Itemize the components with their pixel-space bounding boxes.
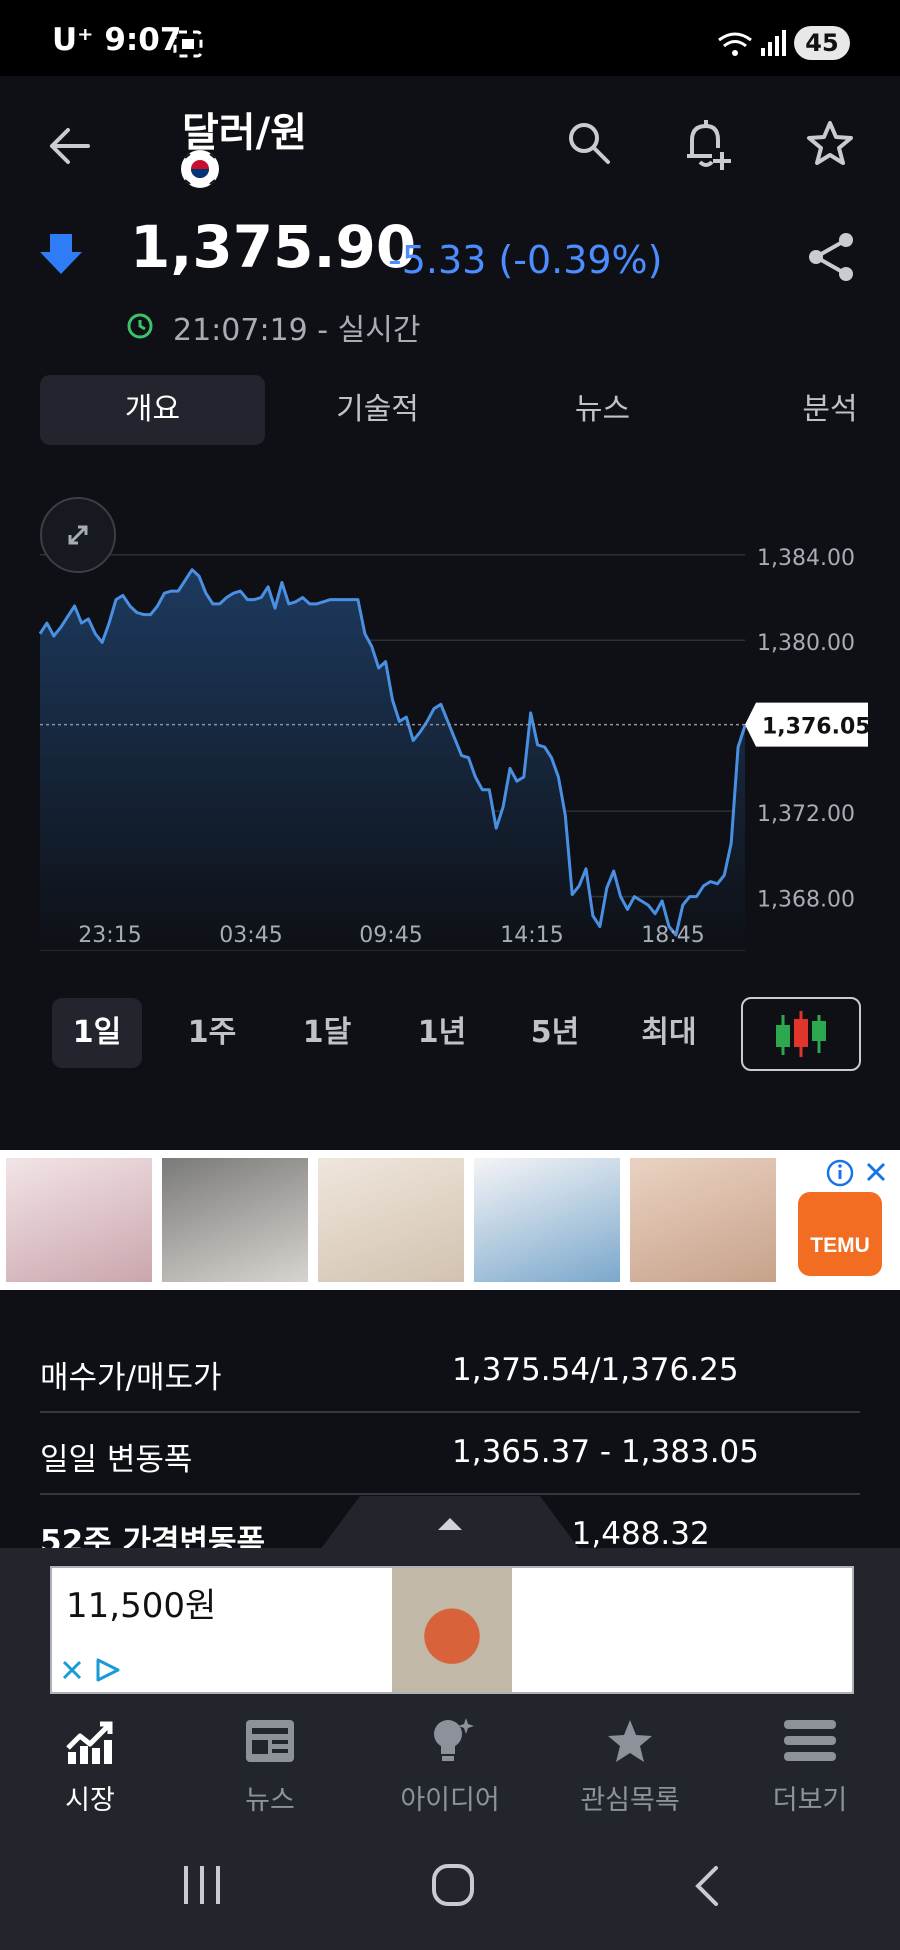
- korea-flag-icon: [181, 150, 219, 188]
- tab-overview[interactable]: 개요: [40, 375, 265, 445]
- carrier-label: U⁺: [52, 22, 94, 58]
- x-tick-label: 09:45: [359, 923, 422, 948]
- ad-product-image[interactable]: [474, 1158, 620, 1282]
- nav-label-ideas[interactable]: 아이디어: [390, 1778, 510, 1817]
- period-1d[interactable]: 1일: [52, 998, 142, 1068]
- status-time: U⁺ 9:07: [52, 22, 181, 58]
- tab-analysis[interactable]: 분석: [770, 375, 890, 445]
- star-icon: [608, 1720, 652, 1762]
- signal-icon: [761, 30, 786, 56]
- y-tick-label: 1,368.00: [757, 888, 855, 913]
- clock-icon: [127, 313, 153, 339]
- period-1y[interactable]: 1년: [397, 998, 487, 1068]
- add-alert-icon[interactable]: [682, 118, 734, 172]
- bottom-ad-banner[interactable]: 11,500원: [50, 1566, 854, 1694]
- tab-technical[interactable]: 기술적: [265, 375, 490, 445]
- share-icon[interactable]: [806, 230, 856, 284]
- ad-banner[interactable]: TEMU: [0, 1150, 900, 1290]
- candlestick-icon: [776, 1011, 826, 1057]
- search-icon[interactable]: [566, 120, 612, 166]
- home-icon[interactable]: [430, 1862, 476, 1908]
- divider: [40, 1493, 860, 1495]
- ad-product-image[interactable]: [318, 1158, 464, 1282]
- stat-value-bid-ask: 1,375.54/1,376.25: [452, 1352, 739, 1388]
- period-5y[interactable]: 5년: [510, 998, 600, 1068]
- x-tick-label: 18:45: [641, 923, 704, 948]
- y-tick-label: 1,372.00: [757, 802, 855, 827]
- ad-product-image[interactable]: [162, 1158, 308, 1282]
- chart-icon: [66, 1721, 113, 1764]
- bottom-ad-price: 11,500원: [66, 1586, 217, 1626]
- news-icon: [246, 1720, 294, 1762]
- status-bar: U⁺ 9:07 45: [0, 0, 900, 76]
- y-tick-label: 1,380.00: [757, 631, 855, 656]
- wifi-icon: [718, 32, 752, 56]
- nav-label-watchlist[interactable]: 관심목록: [570, 1778, 690, 1817]
- y-tick-label: 1,384.00: [757, 546, 855, 571]
- quote-timestamp: 21:07:19 - 실시간: [173, 313, 421, 348]
- back-arrow-icon[interactable]: [46, 126, 92, 166]
- stat-label-day-range: 일일 변동폭: [40, 1442, 193, 1478]
- ad-product-image[interactable]: [630, 1158, 776, 1282]
- period-1m[interactable]: 1달: [282, 998, 372, 1068]
- menu-icon: [784, 1720, 836, 1761]
- period-1w[interactable]: 1주: [167, 998, 257, 1068]
- candlestick-toggle-button[interactable]: [741, 997, 861, 1071]
- down-arrow-icon: [40, 234, 82, 274]
- stat-label-bid-ask: 매수가/매도가: [40, 1360, 222, 1396]
- ad-choices-icon[interactable]: [58, 1654, 126, 1686]
- battery-badge: 45: [794, 26, 850, 60]
- ad-info-close-icon[interactable]: [826, 1158, 892, 1188]
- collapse-handle[interactable]: [320, 1496, 580, 1550]
- x-tick-label: 14:15: [500, 923, 563, 948]
- recent-apps-icon[interactable]: [180, 1864, 224, 1906]
- divider: [40, 1411, 860, 1413]
- tab-news[interactable]: 뉴스: [490, 375, 715, 445]
- period-max[interactable]: 최대: [624, 998, 714, 1068]
- x-tick-label: 03:45: [219, 923, 282, 948]
- temu-logo[interactable]: TEMU: [798, 1192, 882, 1276]
- ad-product-image[interactable]: [6, 1158, 152, 1282]
- bottom-ad-food-image[interactable]: [392, 1568, 512, 1692]
- screenshot-icon: [173, 30, 203, 58]
- bulb-icon: [434, 1718, 474, 1761]
- current-price: 1,375.90: [130, 213, 417, 281]
- price-area: [40, 569, 745, 950]
- temu-logo-text: TEMU: [810, 1234, 870, 1257]
- price-change: -5.33 (-0.39%): [388, 238, 663, 282]
- expand-icon: [68, 525, 88, 545]
- last-price-label: 1,376.05: [762, 715, 871, 740]
- price-chart[interactable]: 1,384.00 1,380.00 1,372.00 1,368.00 1,376.05…: [0, 480, 900, 960]
- nav-label-news[interactable]: 뉴스: [210, 1778, 330, 1817]
- system-back-icon[interactable]: [690, 1864, 722, 1908]
- nav-label-more[interactable]: 더보기: [750, 1778, 870, 1817]
- star-watchlist-icon[interactable]: [806, 120, 854, 166]
- nav-label-market[interactable]: 시장: [30, 1778, 150, 1817]
- stat-value-day-range: 1,365.37 - 1,383.05: [452, 1434, 759, 1470]
- clock: 9:07: [104, 22, 182, 58]
- x-tick-label: 23:15: [78, 923, 141, 948]
- expand-chart-button[interactable]: [40, 497, 116, 573]
